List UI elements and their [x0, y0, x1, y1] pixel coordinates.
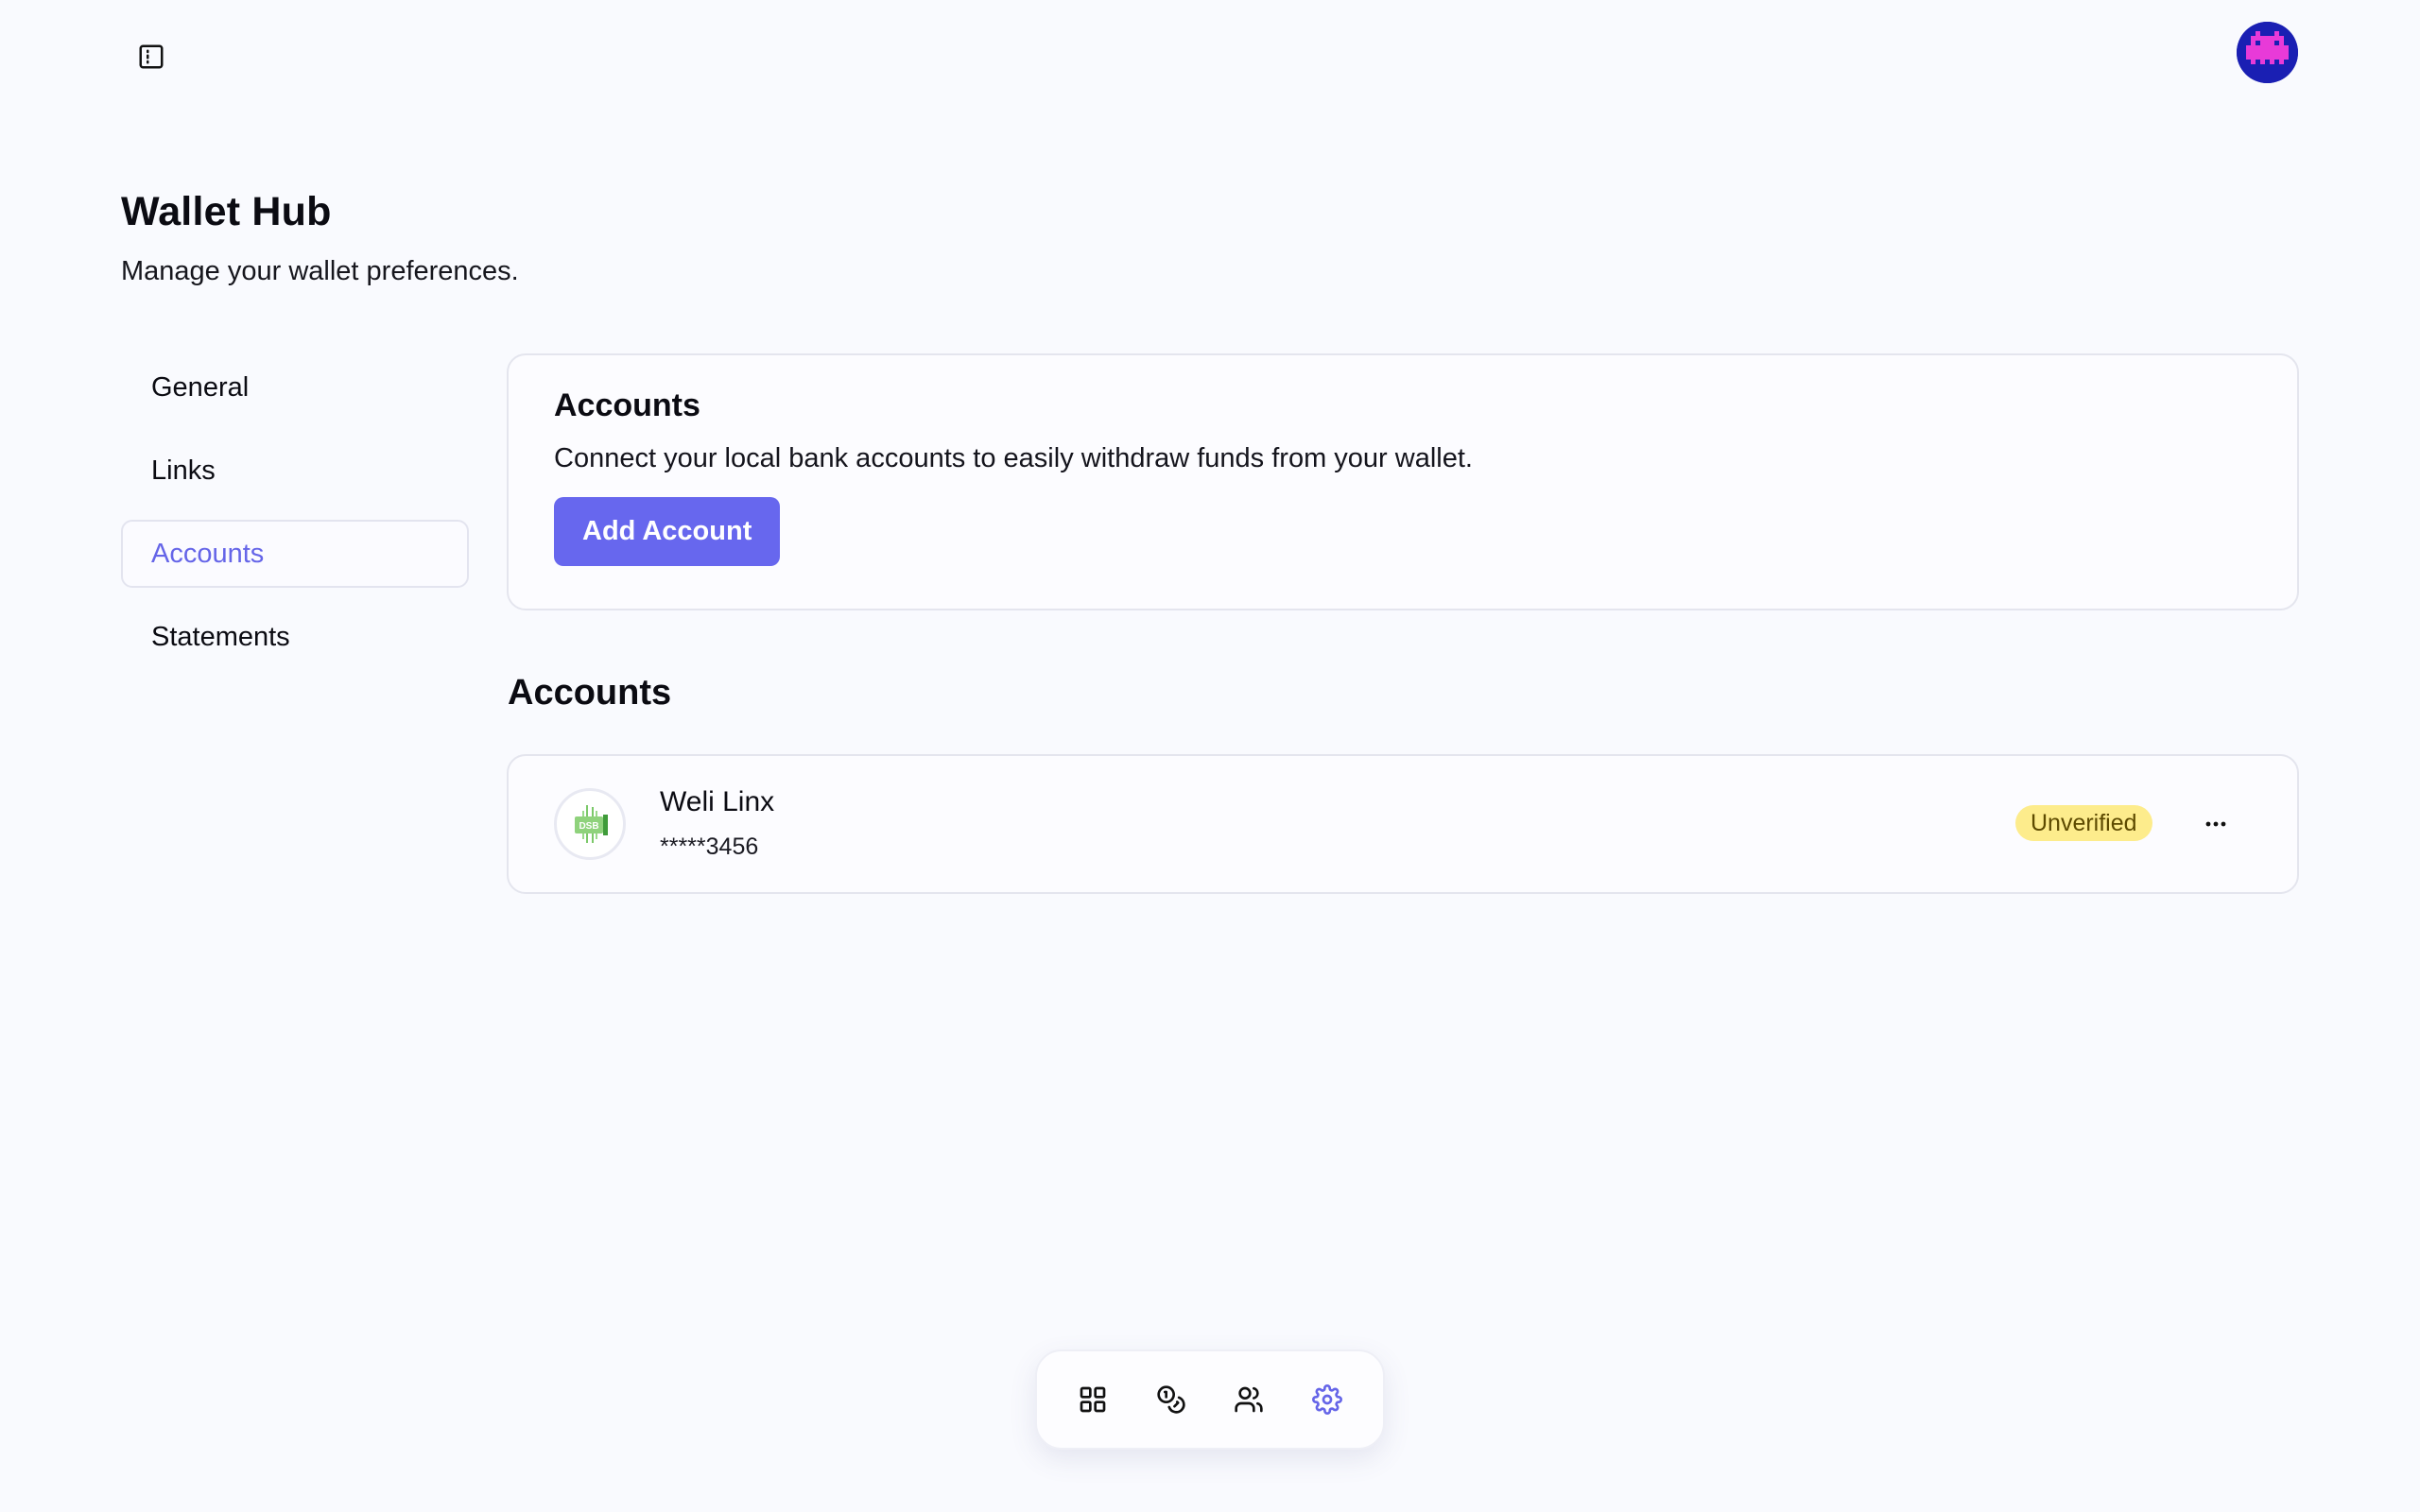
nav-item-links[interactable]: Links	[121, 437, 469, 505]
settings-nav: General Links Accounts Statements	[121, 353, 469, 686]
nav-item-general[interactable]: General	[121, 353, 469, 421]
accounts-section-title: Accounts	[508, 673, 672, 713]
account-number: *****3456	[660, 833, 759, 860]
dock-item-users[interactable]	[1222, 1373, 1275, 1426]
nav-item-statements[interactable]: Statements	[121, 603, 469, 671]
users-icon	[1235, 1386, 1263, 1413]
dock-item-dashboard[interactable]	[1066, 1373, 1119, 1426]
gear-icon	[1311, 1384, 1342, 1415]
dock-item-coins[interactable]	[1145, 1373, 1198, 1426]
pixel-avatar-icon	[2237, 22, 2298, 83]
coins-icon	[1157, 1385, 1185, 1414]
card-title: Accounts	[554, 387, 700, 423]
bank-logo-text: DSB	[579, 821, 598, 832]
bank-logo-icon: DSB	[575, 805, 608, 843]
grid-icon	[1080, 1386, 1106, 1413]
account-list-item[interactable]: DSB Weli Linx *****3456 Unverified	[507, 754, 2299, 894]
card-description: Connect your local bank accounts to easi…	[554, 443, 1473, 473]
more-horizontal-icon	[2205, 821, 2226, 827]
sidebar-toggle-icon	[139, 44, 164, 69]
dock-item-settings[interactable]	[1301, 1373, 1354, 1426]
add-account-button[interactable]: Add Account	[554, 497, 781, 566]
more-options-button[interactable]	[2195, 803, 2237, 845]
status-badge: Unverified	[2015, 805, 2152, 841]
sidebar-toggle-button[interactable]	[132, 38, 170, 76]
top-bar	[0, 0, 2420, 104]
add-account-card: Accounts Connect your local bank account…	[507, 353, 2299, 610]
nav-item-accounts[interactable]: Accounts	[121, 520, 469, 588]
avatar[interactable]	[2237, 22, 2298, 83]
page-header: Wallet Hub Manage your wallet preference…	[121, 189, 519, 287]
bottom-dock	[1035, 1349, 1385, 1450]
account-name: Weli Linx	[660, 786, 775, 817]
bank-logo: DSB	[554, 788, 626, 860]
page-title: Wallet Hub	[121, 189, 332, 234]
page-subtitle: Manage your wallet preferences.	[121, 256, 519, 286]
